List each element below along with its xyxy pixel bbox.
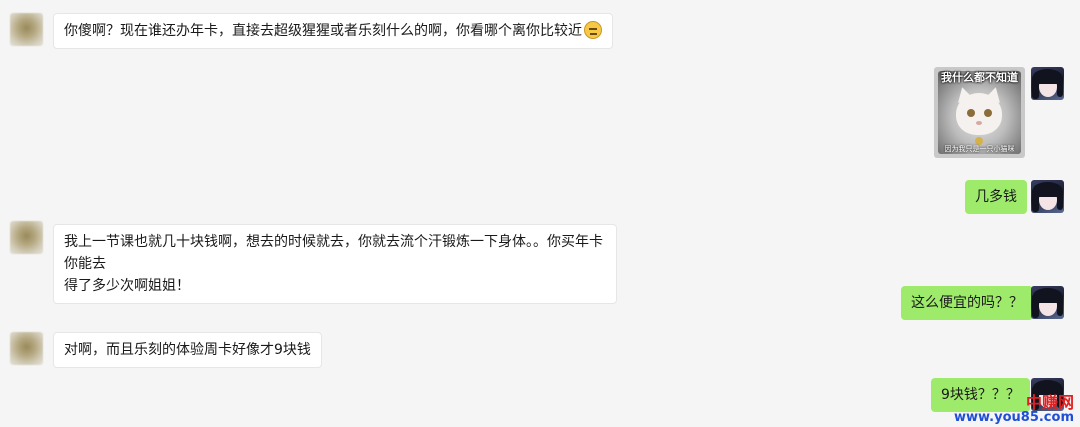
message-bubble-left[interactable]: 我上一节课也就几十块钱啊，想去的时候就去，你就去流个汗锻炼一下身体。。你买年卡你… (53, 224, 617, 304)
message-text-line: 我上一节课也就几十块钱啊，想去的时候就去，你就去流个汗锻炼一下身体。。你买年卡你… (64, 234, 603, 272)
message-bubble-left[interactable]: 你傻啊？现在谁还办年卡，直接去超级猩猩或者乐刻什么的啊，你看哪个离你比较近 (53, 13, 613, 49)
cat-icon (956, 93, 1002, 135)
watermark-name: 中赚网 (1025, 393, 1074, 412)
message-text: 你傻啊？现在谁还办年卡，直接去超级猩猩或者乐刻什么的啊，你看哪个离你比较近 (64, 23, 582, 39)
cat-eye-right (984, 109, 992, 117)
message-text-line: 得了多少次啊姐姐！ (64, 278, 190, 294)
message-bubble-right[interactable]: 几多钱 (965, 180, 1027, 214)
cat-nose (976, 121, 982, 125)
message-text: 对啊，而且乐刻的体验周卡好像才9块钱 (64, 342, 311, 358)
message-bubble-right[interactable]: 这么便宜的吗？？ (901, 286, 1033, 320)
contact-avatar[interactable] (10, 13, 43, 46)
contact-avatar[interactable] (10, 221, 43, 254)
message-bubble-left[interactable]: 对啊，而且乐刻的体验周卡好像才9块钱 (53, 332, 322, 368)
watermark-url: www.you85.com (953, 410, 1074, 425)
cat-eye-left (967, 109, 975, 117)
message-text: 几多钱 (975, 189, 1017, 205)
site-watermark: 中赚网 www.you85.com (953, 393, 1074, 425)
my-avatar[interactable] (1031, 67, 1064, 100)
sticker-bottom-text: 因为我只是一只小猫咪 (944, 145, 1015, 153)
my-avatar[interactable] (1031, 180, 1064, 213)
sticker-message[interactable]: 我什么都不知道 因为我只是一只小猫咪 (934, 67, 1025, 158)
sticker-top-text: 我什么都不知道 (941, 71, 1018, 84)
my-avatar[interactable] (1031, 286, 1064, 319)
unamused-emoji-icon (584, 21, 602, 39)
message-text: 这么便宜的吗？？ (911, 295, 1023, 311)
contact-avatar[interactable] (10, 332, 43, 365)
